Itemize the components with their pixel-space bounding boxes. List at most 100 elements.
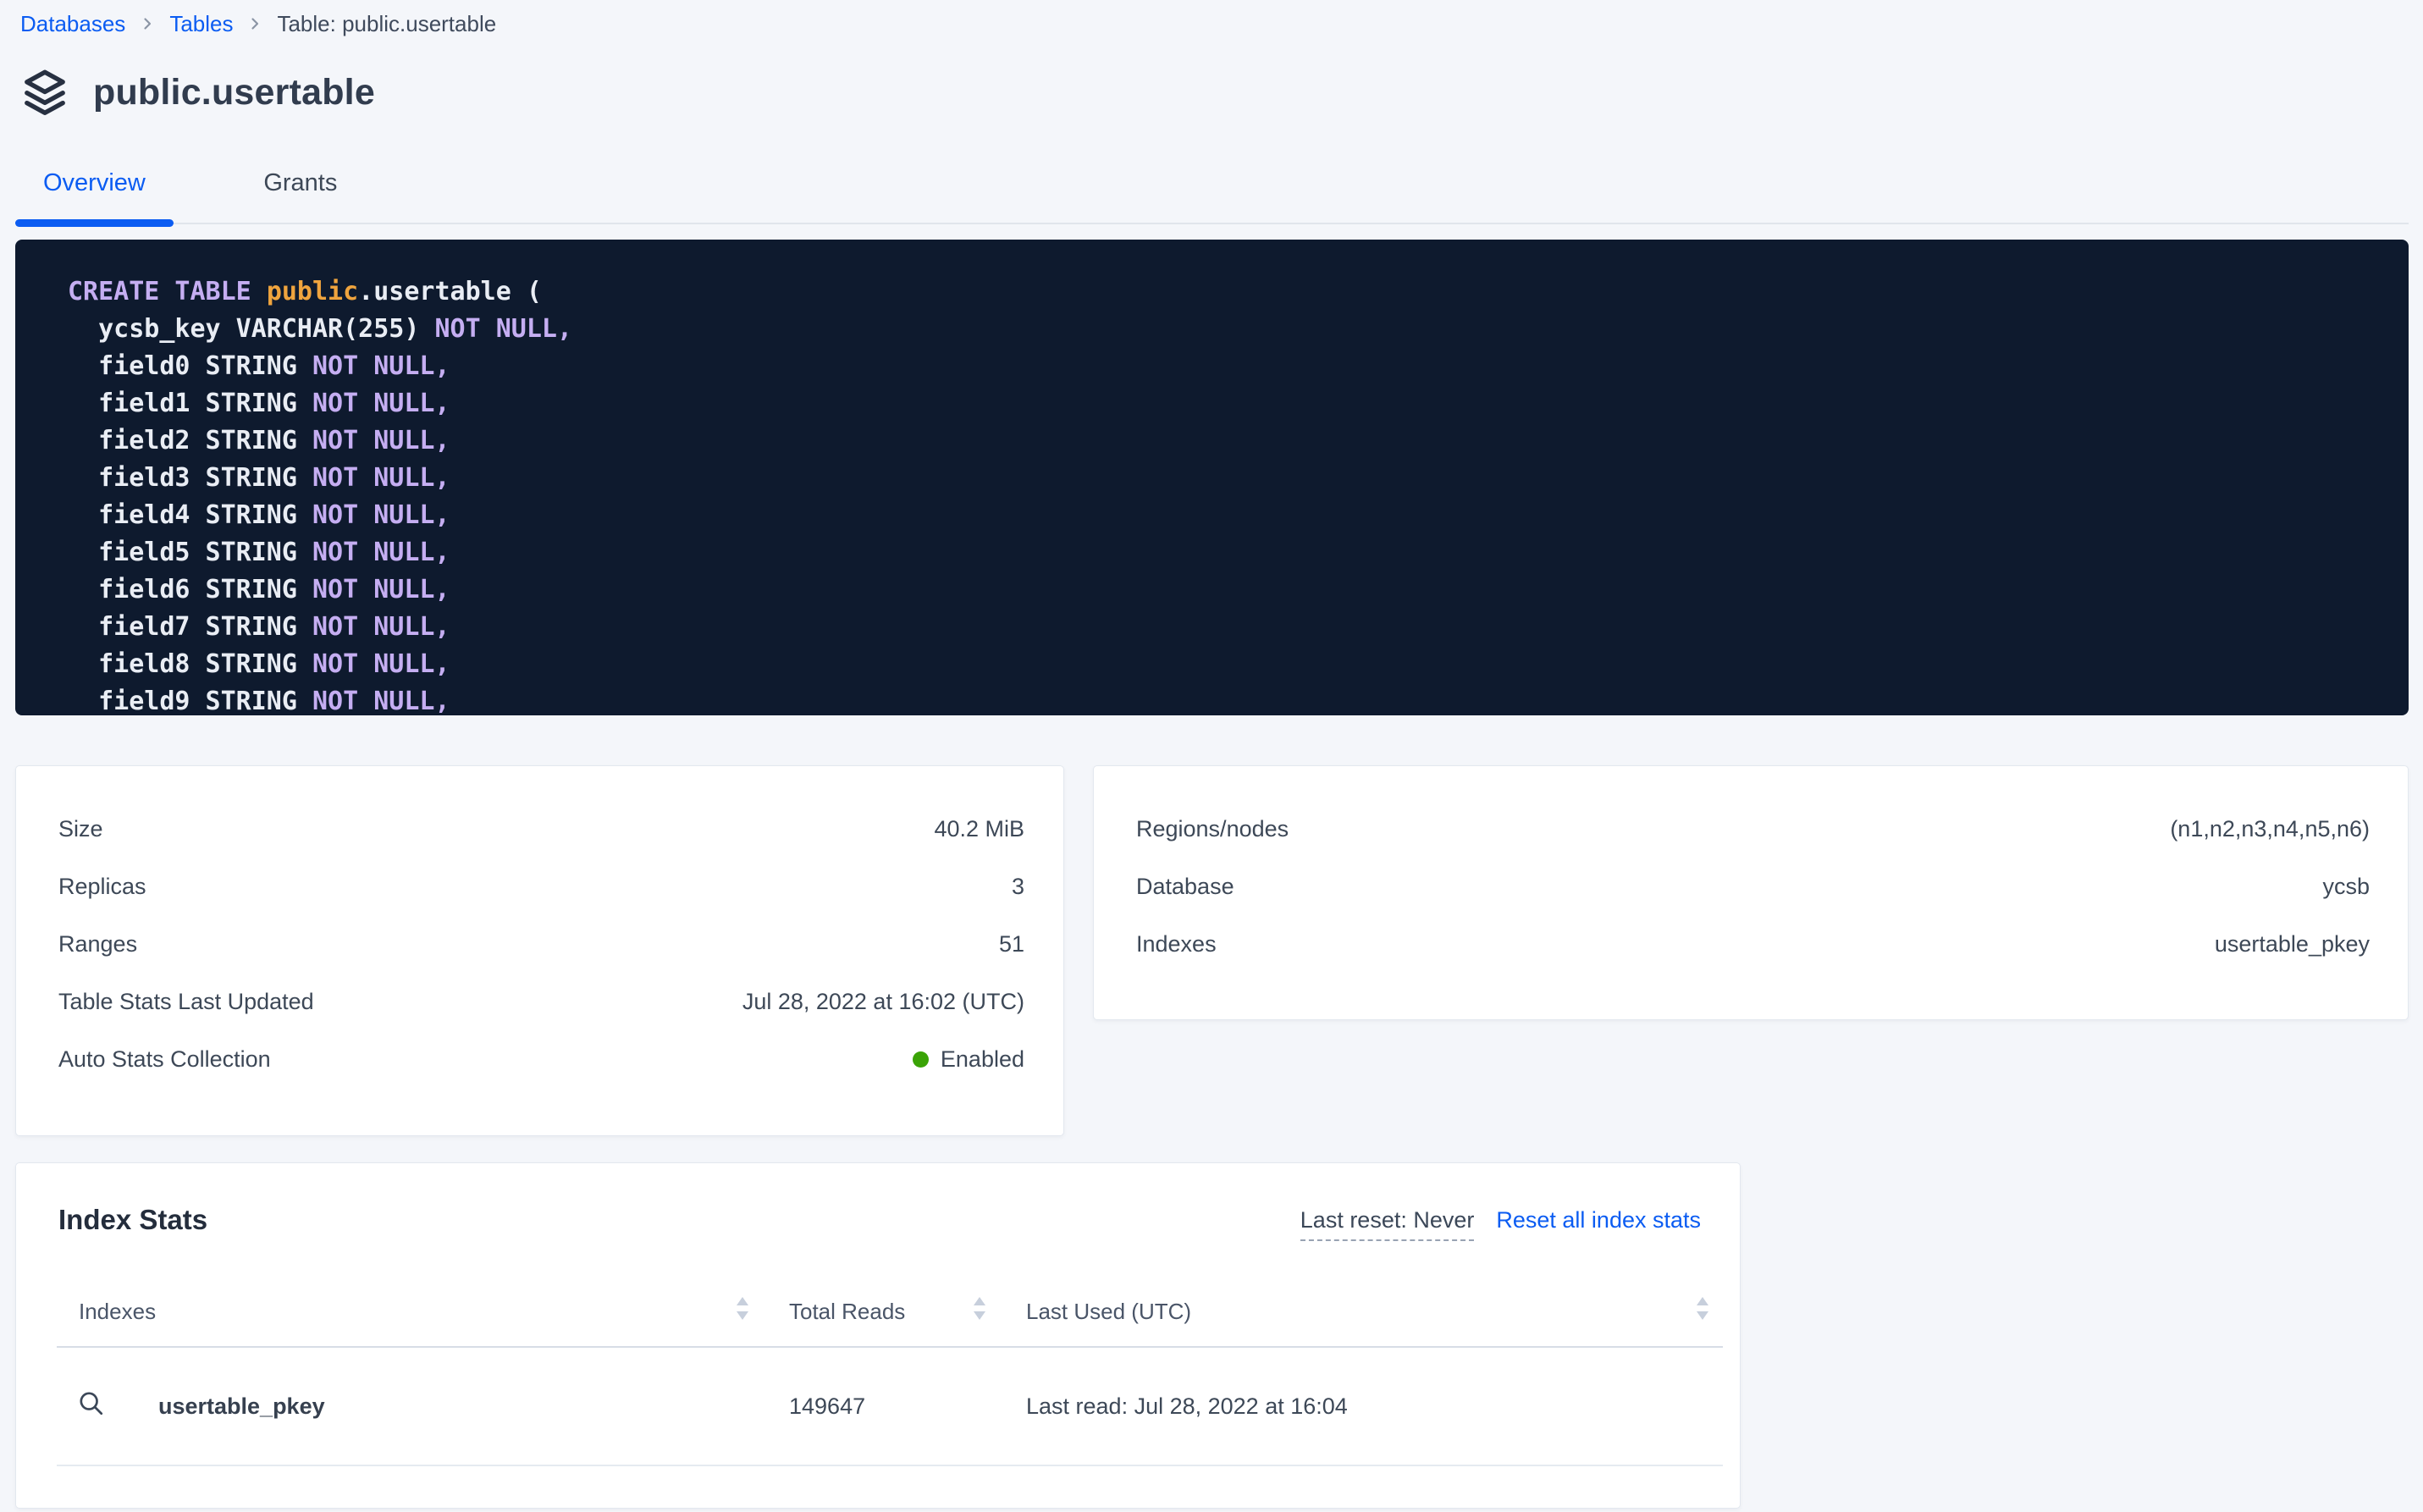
sql-token: NOT NULL, [312,687,450,715]
chevron-right-icon [246,15,263,32]
index-stats-title: Index Stats [58,1204,207,1236]
stat-value: 51 [999,931,1024,957]
stack-icon [19,66,71,119]
sql-token: NOT NULL, [312,463,450,493]
stat-label: Replicas [58,874,146,900]
create-table-sql-box: CREATE TABLE public.usertable ( ycsb_key… [15,240,2409,715]
stat-row: Auto Stats Collection Enabled [58,1030,1024,1088]
sort-icon[interactable] [1696,1297,1709,1326]
sql-statement: CREATE TABLE public.usertable ( ycsb_key… [68,273,2383,715]
sql-code-line: field1 STRING NOT NULL, [68,385,2383,422]
search-icon[interactable] [77,1389,106,1424]
sql-code-line: field0 STRING NOT NULL, [68,348,2383,385]
stat-label: Regions/nodes [1136,816,1289,842]
status-enabled-dot [913,1051,929,1068]
tab-bar: Overview Grants [15,157,2409,224]
stat-value: ycsb [2322,874,2370,900]
sort-icon[interactable] [736,1297,749,1326]
stat-label: Database [1136,874,1234,900]
sql-code-line: field2 STRING NOT NULL, [68,422,2383,460]
breadcrumb-link-databases[interactable]: Databases [20,7,125,41]
tab-overview[interactable]: Overview [15,157,174,223]
tab-grants[interactable]: Grants [235,157,365,223]
sql-code-line: field6 STRING NOT NULL, [68,571,2383,609]
sql-token: ycsb_key VARCHAR(255) [68,314,434,344]
sql-token: NOT NULL, [312,351,450,381]
index-stats-header: Index Stats Last reset: Never Reset all … [16,1163,1740,1241]
sql-token: field3 STRING [68,463,312,493]
index-table-header-row: Indexes Total Reads Last Used (UTC) [57,1277,1723,1348]
sql-code-line: CREATE TABLE public.usertable ( [68,273,2383,311]
index-name-cell: usertable_pkey [57,1389,763,1424]
table-meta-card: Regions/nodes (n1,n2,n3,n4,n5,n6) Database… [1093,765,2409,1020]
stat-value-text: 40.2 MiB [934,816,1024,842]
sql-token: field8 STRING [68,649,312,679]
sql-code-line: field8 STRING NOT NULL, [68,646,2383,683]
sql-token: NOT NULL, [312,500,450,530]
stat-value-text: 51 [999,931,1024,957]
stat-value: (n1,n2,n3,n4,n5,n6) [2170,816,2370,842]
stat-row: Indexes usertable_pkey [1136,915,2370,973]
stat-value-text: ycsb [2322,874,2370,900]
breadcrumb-link-tables[interactable]: Tables [169,7,233,41]
sql-token: NOT NULL, [312,575,450,604]
sql-token: NOT NULL, [434,314,572,344]
sql-token: CREATE TABLE [68,277,267,306]
sql-token: field7 STRING [68,612,312,642]
column-header-last-used[interactable]: Last Used (UTC) [1026,1299,1191,1325]
sql-code-line: field3 STRING NOT NULL, [68,460,2383,497]
stat-value-text: Enabled [941,1046,1024,1073]
sql-token: NOT NULL, [312,649,450,679]
breadcrumb-current: Table: public.usertable [277,7,496,41]
sort-icon[interactable] [973,1297,986,1326]
stat-row: Table Stats Last Updated Jul 28, 2022 at … [58,973,1024,1030]
sql-token: NOT NULL, [312,538,450,567]
sql-code-line: field4 STRING NOT NULL, [68,497,2383,534]
stat-row: Replicas 3 [58,858,1024,915]
index-stats-table: Indexes Total Reads Last Used (UTC) [57,1277,1723,1466]
stat-value-text: 3 [1012,874,1024,900]
stat-value-text: (n1,n2,n3,n4,n5,n6) [2170,816,2370,842]
index-stats-card: Index Stats Last reset: Never Reset all … [15,1162,1741,1509]
page-header: public.usertable [19,66,375,119]
column-header-total-reads[interactable]: Total Reads [789,1299,905,1325]
stat-row: Database ycsb [1136,858,2370,915]
stat-label: Table Stats Last Updated [58,989,314,1015]
sql-token: NOT NULL, [312,612,450,642]
column-header-indexes[interactable]: Indexes [79,1299,156,1325]
sql-token: field5 STRING [68,538,312,567]
sql-token: NOT NULL, [312,426,450,455]
stat-value: 3 [1012,874,1024,900]
stat-row: Regions/nodes (n1,n2,n3,n4,n5,n6) [1136,800,2370,858]
chevron-right-icon [139,15,156,32]
sql-token: field2 STRING [68,426,312,455]
last-used-cell: Last read: Jul 28, 2022 at 16:04 [1000,1393,1723,1420]
sql-token: .usertable ( [358,277,542,306]
sql-code-line: field9 STRING NOT NULL, [68,683,2383,715]
table-details-page: Databases Tables Table: public.usertable… [0,0,2423,1512]
stat-value-text: usertable_pkey [2215,931,2370,957]
sql-token: field4 STRING [68,500,312,530]
stat-label: Size [58,816,103,842]
total-reads-cell: 149647 [763,1393,1000,1420]
stat-value: Enabled [913,1046,1024,1073]
table-row[interactable]: usertable_pkey 149647Last read: Jul 28, 2… [57,1348,1723,1466]
reset-all-index-stats-link[interactable]: Reset all index stats [1496,1207,1701,1233]
page-title: public.usertable [93,72,375,113]
index-name[interactable]: usertable_pkey [158,1393,325,1420]
sql-token: field9 STRING [68,687,312,715]
stat-label: Auto Stats Collection [58,1046,271,1073]
sql-code-line: field7 STRING NOT NULL, [68,609,2383,646]
last-reset-label: Last reset: Never [1300,1207,1475,1241]
sql-token: field6 STRING [68,575,312,604]
sql-code-line: field5 STRING NOT NULL, [68,534,2383,571]
sql-code-line: ycsb_key VARCHAR(255) NOT NULL, [68,311,2383,348]
sql-token: public [267,277,358,306]
stat-row: Ranges51 [58,915,1024,973]
stat-value-text: Jul 28, 2022 at 16:02 (UTC) [742,989,1024,1015]
sql-token: NOT NULL, [312,389,450,418]
breadcrumb: Databases Tables Table: public.usertable [20,7,496,41]
sql-token: field0 STRING [68,351,312,381]
stat-label: Indexes [1136,931,1217,957]
stat-row: Size 40.2 MiB [58,800,1024,858]
